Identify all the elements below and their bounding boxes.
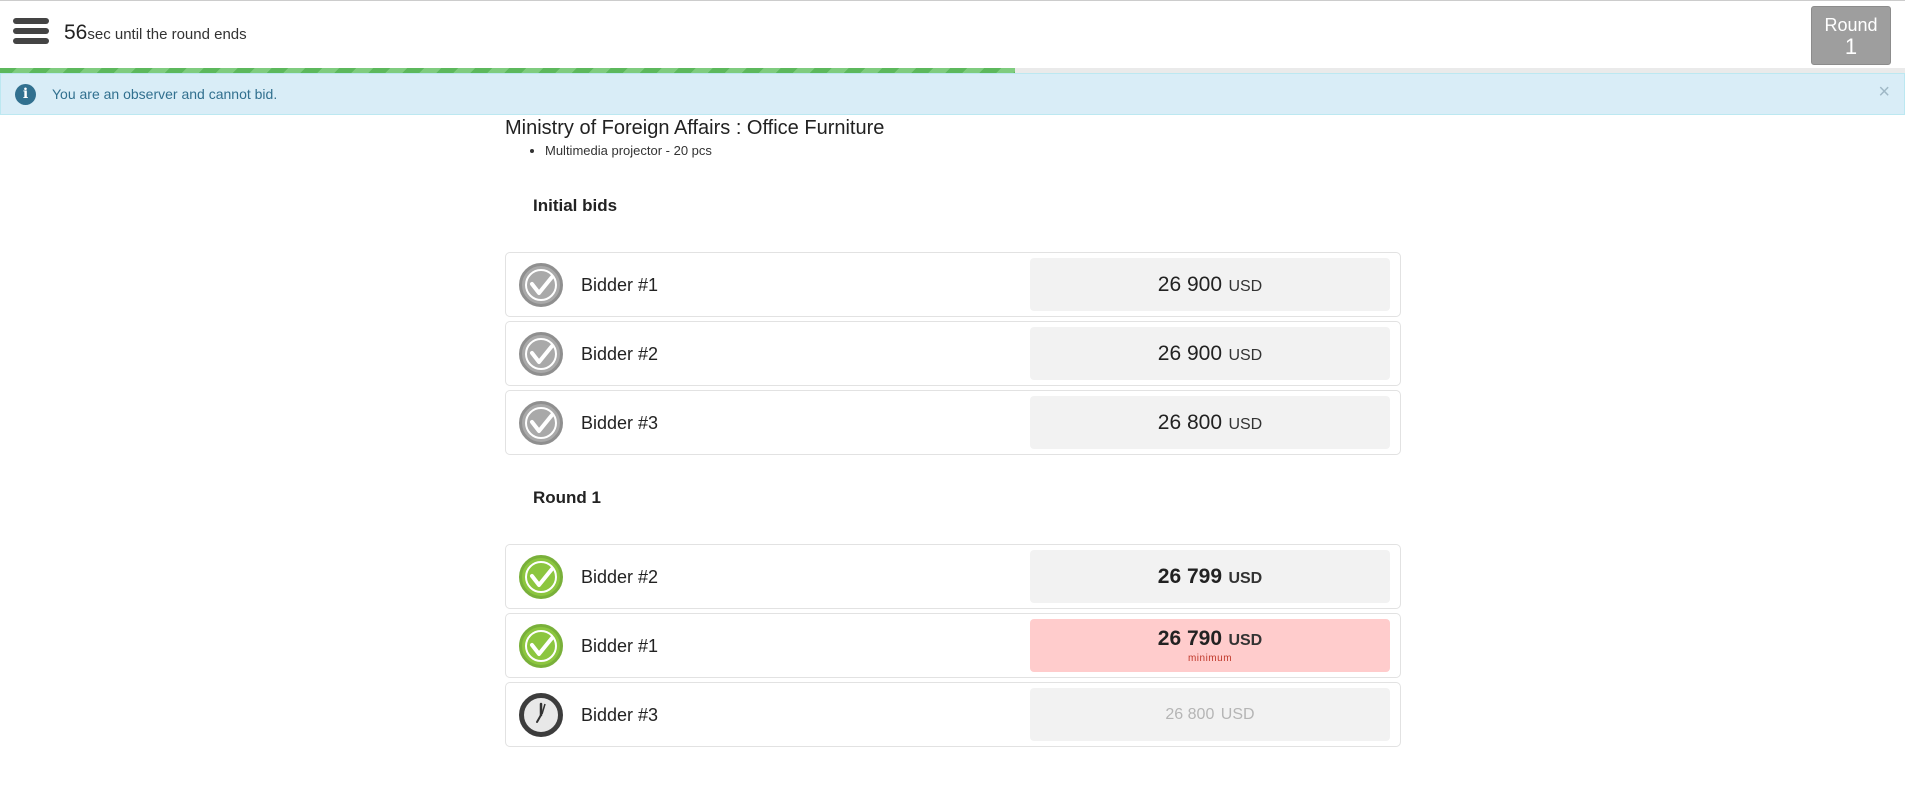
info-icon: i bbox=[15, 84, 36, 105]
initial-bids-title: Initial bids bbox=[533, 196, 618, 215]
bidder-name: Bidder #2 bbox=[581, 344, 659, 364]
auction-content: Ministry of Foreign Affairs : Office Fur… bbox=[505, 115, 1401, 751]
round-1-title: Round 1 bbox=[533, 488, 601, 507]
green-check-icon bbox=[519, 555, 563, 599]
bidder-name: Bidder #1 bbox=[581, 636, 659, 656]
timer-seconds: 56 bbox=[64, 21, 88, 44]
bid-value: 26 800 bbox=[1157, 411, 1222, 434]
alert-close-button[interactable]: × bbox=[1878, 81, 1890, 104]
bid-currency: USD bbox=[1220, 706, 1255, 723]
bidder-name: Bidder #3 bbox=[581, 413, 659, 433]
bid-row: Bidder #3 26 800 USD bbox=[505, 682, 1401, 747]
bid-value: 26 900 bbox=[1157, 273, 1222, 296]
round-badge: Round 1 bbox=[1811, 6, 1891, 65]
timer-text: sec until the round ends bbox=[87, 26, 247, 43]
observer-alert: i You are an observer and cannot bid. × bbox=[0, 73, 1905, 115]
initial-bids-list: Bidder #1 26 900 USD Bidder #2 26 900 US… bbox=[505, 252, 1401, 455]
grey-check-icon bbox=[519, 401, 563, 445]
bid-value: 26 799 bbox=[1157, 565, 1222, 588]
hamburger-menu-icon[interactable] bbox=[13, 18, 49, 52]
bidder-name: Bidder #2 bbox=[581, 567, 659, 587]
bid-currency: USD bbox=[1228, 416, 1263, 433]
grey-check-icon bbox=[519, 263, 563, 307]
round-1-bids-list: Bidder #2 26 799 USD Bidder #1 26 790 US… bbox=[505, 544, 1401, 747]
bid-row: Bidder #2 26 799 USD bbox=[505, 544, 1401, 609]
bid-amount-pending: 26 800 USD bbox=[1030, 688, 1390, 741]
round-badge-label: Round bbox=[1824, 15, 1878, 35]
grey-check-icon bbox=[519, 332, 563, 376]
round-badge-number: 1 bbox=[1844, 33, 1858, 59]
auction-item: Multimedia projector - 20 pcs bbox=[545, 143, 1401, 158]
clock-icon bbox=[519, 693, 563, 737]
bidder-name: Bidder #1 bbox=[581, 275, 659, 295]
bid-currency: USD bbox=[1228, 347, 1263, 364]
bid-row: Bidder #1 26 790 USD minimum bbox=[505, 613, 1401, 678]
bid-row: Bidder #3 26 800 USD bbox=[505, 390, 1401, 455]
bid-value: 26 900 bbox=[1157, 342, 1222, 365]
bid-value: 26 790 bbox=[1157, 627, 1222, 650]
auction-title: Ministry of Foreign Affairs : Office Fur… bbox=[505, 117, 885, 139]
bid-value: 26 800 bbox=[1165, 706, 1215, 723]
auction-items-list: Multimedia projector - 20 pcs bbox=[545, 143, 1401, 158]
bid-row: Bidder #1 26 900 USD bbox=[505, 252, 1401, 317]
bid-amount: 26 900 USD bbox=[1030, 327, 1390, 380]
top-bar: 56sec until the round ends Round 1 bbox=[0, 0, 1905, 69]
green-check-icon bbox=[519, 624, 563, 668]
bidder-name: Bidder #3 bbox=[581, 705, 659, 725]
bid-currency: USD bbox=[1228, 570, 1263, 587]
bid-amount: 26 800 USD bbox=[1030, 396, 1390, 449]
bid-amount: 26 900 USD bbox=[1030, 258, 1390, 311]
bid-currency: USD bbox=[1228, 632, 1263, 649]
bid-row: Bidder #2 26 900 USD bbox=[505, 321, 1401, 386]
bid-amount-minimum: 26 790 USD minimum bbox=[1030, 619, 1390, 672]
bid-currency: USD bbox=[1228, 278, 1263, 295]
round-timer: 56sec until the round ends bbox=[64, 21, 247, 45]
bid-amount: 26 799 USD bbox=[1030, 550, 1390, 603]
alert-message: You are an observer and cannot bid. bbox=[52, 86, 278, 102]
minimum-note: minimum bbox=[1187, 653, 1233, 664]
